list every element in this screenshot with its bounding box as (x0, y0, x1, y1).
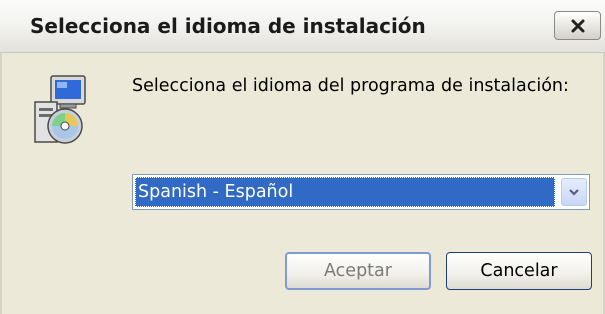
chevron-down-icon (569, 189, 579, 196)
language-select[interactable]: Spanish - Español (132, 174, 590, 210)
setup-installer-icon (33, 74, 89, 146)
cancel-button[interactable]: Cancelar (446, 252, 592, 290)
dialog-prompt: Selecciona el idioma del programa de ins… (132, 76, 569, 96)
close-icon (571, 19, 584, 32)
language-select-value[interactable]: Spanish - Español (135, 177, 555, 207)
dropdown-button[interactable] (561, 178, 587, 206)
window-border-left (0, 52, 2, 314)
language-dialog: Selecciona el idioma de instalación Sele… (0, 0, 605, 314)
close-button[interactable] (554, 11, 601, 40)
title-bar[interactable]: Selecciona el idioma de instalación (0, 0, 605, 53)
accept-button[interactable]: Aceptar (285, 252, 431, 290)
window-title: Selecciona el idioma de instalación (30, 14, 426, 38)
